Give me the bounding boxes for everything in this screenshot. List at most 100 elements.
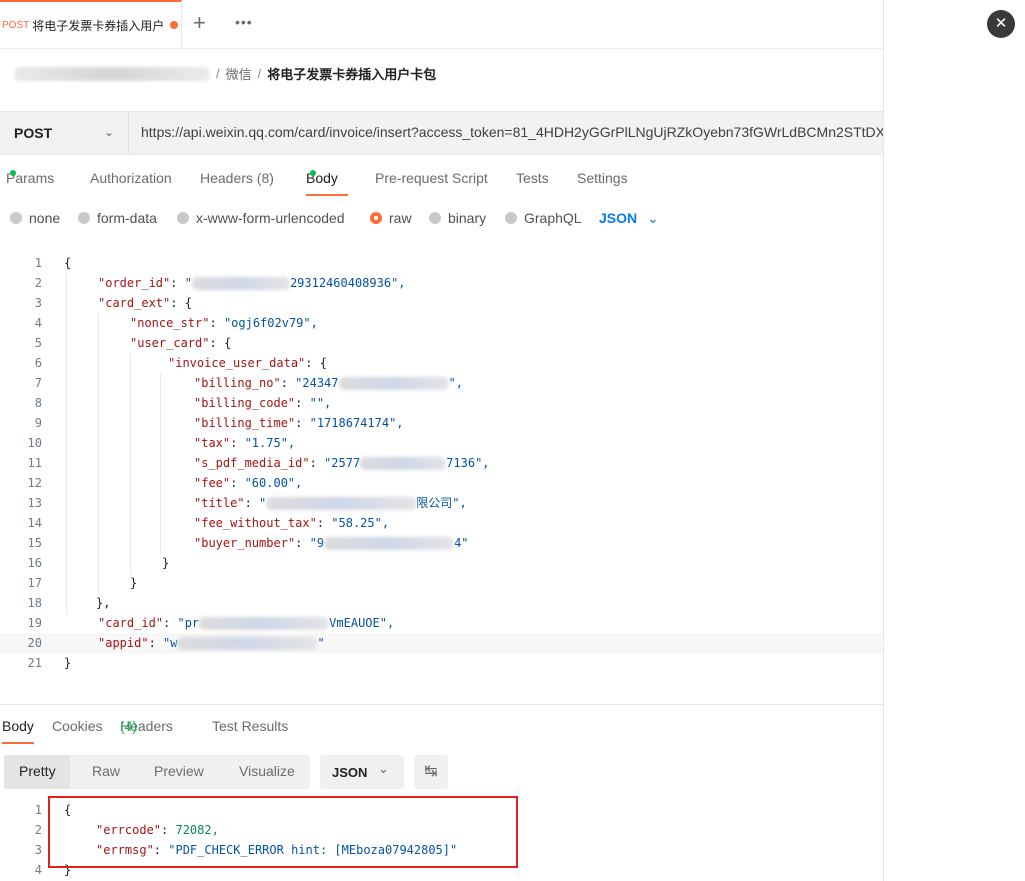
response-format-dropdown[interactable]: JSON ⌄: [320, 755, 404, 789]
postman-window: POST 将电子发票卡券插入用户 + ••• / 微信 / 将电子发票卡券插入用…: [0, 0, 884, 881]
json-value: "24347: [295, 376, 339, 390]
view-pretty[interactable]: Pretty: [19, 763, 56, 779]
resp-tab-test-results[interactable]: Test Results: [212, 718, 288, 734]
radio-none[interactable]: none: [10, 210, 60, 226]
breadcrumb-separator: /: [257, 66, 262, 81]
tab-method: POST: [2, 19, 30, 31]
response-format-label: JSON: [332, 765, 368, 780]
json-value: "ogj6f02v79",: [223, 316, 318, 330]
breadcrumb: / 微信 / 将电子发票卡券插入用户卡包: [14, 64, 436, 83]
view-visualize[interactable]: Visualize: [239, 763, 295, 779]
line-number: 9: [34, 416, 42, 430]
json-key: "buyer_number": [194, 536, 296, 550]
url-input[interactable]: https://api.weixin.qq.com/card/invoice/i…: [141, 124, 883, 140]
json-key: "nonce_str": [130, 316, 210, 330]
json-key: "billing_no": [194, 376, 281, 390]
indent-guide: [160, 373, 161, 553]
brace: }: [64, 656, 72, 670]
line-number: 3: [34, 296, 42, 310]
redacted-value: [338, 377, 449, 390]
breadcrumb-folder[interactable]: 微信: [226, 64, 252, 83]
close-icon[interactable]: ✕: [987, 10, 1015, 38]
line-number: 21: [27, 656, 42, 670]
resp-tab-body[interactable]: Body: [2, 718, 34, 734]
line-number: 7: [34, 376, 42, 390]
redacted-value: [324, 537, 455, 550]
json-key: "card_id": [98, 616, 164, 630]
radio-graphql[interactable]: GraphQL: [505, 210, 582, 226]
tab-settings[interactable]: Settings: [577, 170, 628, 186]
line-number: 2: [34, 823, 42, 837]
line-number: 5: [34, 336, 42, 350]
tab-prerequest-script[interactable]: Pre-request Script: [375, 170, 488, 186]
indent-guide: [98, 313, 99, 593]
request-tab[interactable]: POST 将电子发票卡券插入用户: [0, 0, 182, 48]
radio-raw-label: raw: [389, 210, 412, 226]
view-raw[interactable]: Raw: [92, 763, 120, 779]
chevron-down-icon: ⌄: [104, 125, 115, 139]
json-key: "fee": [194, 476, 231, 490]
brace: },: [96, 596, 111, 610]
body-format-label: JSON: [599, 210, 638, 226]
json-value: 4": [454, 536, 469, 550]
line-number: 11: [27, 456, 42, 470]
more-tabs-icon[interactable]: •••: [235, 14, 253, 30]
line-number: 16: [27, 556, 42, 570]
line-number: 15: [27, 536, 42, 550]
pane-divider[interactable]: [0, 704, 883, 705]
json-value: VmEAUOE",: [329, 616, 395, 630]
json-key: "user_card": [130, 336, 210, 350]
json-value: "9: [309, 536, 325, 550]
json-value: ",: [448, 376, 463, 390]
breadcrumb-separator: /: [216, 66, 220, 81]
line-number: 18: [27, 596, 42, 610]
line-number: 4: [34, 316, 42, 330]
brace: {: [223, 336, 232, 350]
redacted-value: [191, 277, 290, 290]
radio-urlencoded[interactable]: x-www-form-urlencoded: [177, 210, 345, 226]
brace: {: [184, 296, 192, 310]
view-preview[interactable]: Preview: [154, 763, 204, 779]
json-value: ": [259, 496, 267, 510]
line-number: 2: [34, 276, 42, 290]
brace: }: [130, 576, 138, 590]
method-dropdown[interactable]: POST ⌄: [0, 112, 129, 154]
redacted-collection-name: [14, 66, 210, 81]
radio-icon: [10, 212, 22, 224]
json-value: "pr: [177, 616, 200, 630]
tab-tests[interactable]: Tests: [516, 170, 549, 186]
json-value: 7136",: [446, 456, 490, 470]
line-number: 1: [34, 256, 42, 270]
url-bar: POST ⌄ https://api.weixin.qq.com/card/in…: [0, 111, 883, 155]
json-value: "2577: [324, 456, 361, 470]
redacted-value: [360, 457, 447, 470]
new-tab-button[interactable]: +: [193, 12, 206, 34]
body-format-dropdown[interactable]: JSON ⌄: [599, 210, 659, 227]
radio-graphql-label: GraphQL: [524, 210, 582, 226]
json-value: "1718674174",: [309, 416, 404, 430]
line-number: 12: [27, 476, 42, 490]
tab-authorization[interactable]: Authorization: [90, 170, 172, 186]
brace: }: [162, 556, 170, 570]
radio-binary[interactable]: binary: [429, 210, 486, 226]
line-number: 20: [27, 636, 42, 650]
wrap-lines-icon[interactable]: ↹: [414, 755, 448, 789]
view-mode-segmented: Pretty Raw Preview Visualize: [4, 755, 310, 789]
chevron-down-icon: ⌄: [647, 210, 659, 226]
line-number: 10: [27, 436, 42, 450]
radio-icon: [429, 212, 441, 224]
json-value: ": [317, 636, 325, 650]
active-tab-underline: [2, 742, 34, 744]
json-value: "1.75",: [244, 436, 296, 450]
tab-headers[interactable]: Headers (8): [200, 170, 274, 186]
radio-raw[interactable]: raw: [370, 210, 412, 226]
request-body-editor[interactable]: 1{ 2 "order_id": " 29312460408936", 3 "card…: [0, 253, 883, 673]
line-number: 8: [34, 396, 42, 410]
active-tab-underline: [306, 194, 348, 196]
json-value: 29312460408936",: [289, 276, 406, 290]
brace: {: [319, 356, 327, 370]
params-indicator-icon: [10, 170, 16, 176]
resp-tab-cookies[interactable]: Cookies: [52, 718, 103, 734]
radio-form-data[interactable]: form-data: [78, 210, 157, 226]
request-name[interactable]: 将电子发票卡券插入用户卡包: [267, 64, 436, 83]
